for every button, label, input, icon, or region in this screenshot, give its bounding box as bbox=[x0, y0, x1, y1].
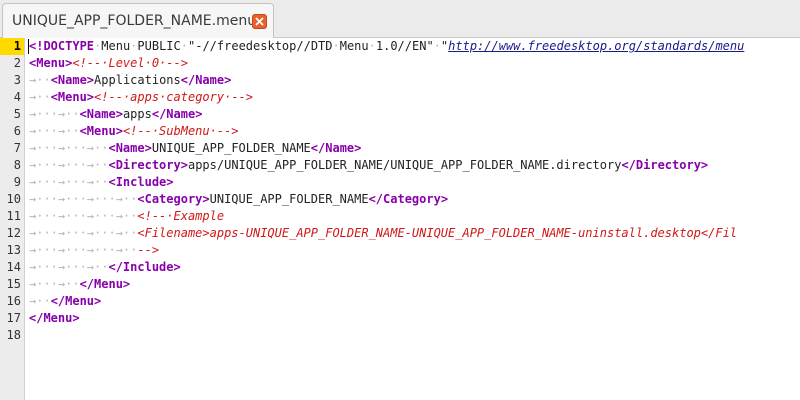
line-number-gutter: 1 2 3 4 5 6 7 8 9 10 11 12 13 14 15 16 17 18 bbox=[0, 38, 25, 400]
code-line: →···→···→··</Include> bbox=[29, 259, 800, 276]
code-token: <!--·Example bbox=[137, 209, 225, 223]
indent-guide: →···→···→·· bbox=[29, 260, 109, 274]
indent-guide: →·· bbox=[29, 90, 51, 104]
code-token: <!--·SubMenu·--> bbox=[122, 124, 239, 138]
line-number: 2 bbox=[13, 56, 21, 70]
code-token: PUBLIC bbox=[137, 39, 181, 53]
code-token: </Menu> bbox=[79, 277, 131, 291]
code-line: <Menu><!--·Level·0·--> bbox=[29, 55, 800, 72]
code-token: <Name> bbox=[79, 107, 123, 121]
code-token: <Menu> bbox=[50, 90, 95, 104]
code-token: </Name> bbox=[310, 141, 362, 155]
indent-guide: →···→···→···→·· bbox=[29, 243, 138, 257]
code-token: Applications bbox=[94, 73, 181, 87]
line-number: 10 bbox=[6, 192, 21, 206]
indent-guide: →···→·· bbox=[29, 277, 80, 291]
code-line: →···→···→··<Directory>apps/UNIQUE_APP_FO… bbox=[29, 157, 800, 174]
code-token: </Category> bbox=[368, 192, 449, 206]
code-token: <Directory> bbox=[108, 158, 188, 172]
code-line: <!DOCTYPE·Menu·PUBLIC·"-//freedesktop//D… bbox=[29, 38, 800, 55]
code-line: →···→···→···→··<Category>UNIQUE_APP_FOLD… bbox=[29, 191, 800, 208]
code-token: 1.0//EN" bbox=[375, 39, 434, 53]
code-token: Menu bbox=[101, 39, 131, 53]
code-line: →···→···→···→··--> bbox=[29, 242, 800, 259]
code-token: </Directory> bbox=[621, 158, 709, 172]
indent-guide: →·· bbox=[29, 294, 51, 308]
code-token: <Category> bbox=[137, 192, 210, 206]
line-number: 16 bbox=[6, 294, 21, 308]
line-number: 9 bbox=[13, 175, 21, 189]
code-line: →··<Name>Applications</Name> bbox=[29, 72, 800, 89]
tab-bar: UNIQUE_APP_FOLDER_NAME.menu bbox=[0, 0, 800, 38]
code-token: </Name> bbox=[180, 73, 232, 87]
code-area[interactable]: <!DOCTYPE·Menu·PUBLIC·"-//freedesktop//D… bbox=[29, 38, 800, 400]
code-token: · bbox=[180, 39, 188, 53]
code-line: →···→··<Menu><!--·SubMenu·--> bbox=[29, 123, 800, 140]
code-line: →··</Menu> bbox=[29, 293, 800, 310]
code-token: <!--·Level·0·--> bbox=[72, 56, 188, 70]
code-token: Menu bbox=[339, 39, 369, 53]
indent-guide: →···→···→···→·· bbox=[29, 226, 138, 240]
code-line: →···→···→···→··<!--·Example bbox=[29, 208, 800, 225]
indent-guide: →···→···→·· bbox=[29, 141, 109, 155]
indent-guide: →···→·· bbox=[29, 107, 80, 121]
code-token: · bbox=[433, 39, 441, 53]
line-number: 18 bbox=[6, 328, 21, 342]
line-number: 4 bbox=[13, 90, 21, 104]
code-editor[interactable]: 1 2 3 4 5 6 7 8 9 10 11 12 13 14 15 16 17 18 <!DOCTYPE·Me… bbox=[0, 38, 800, 400]
line-numbers: 1 2 3 4 5 6 7 8 9 10 11 12 13 14 15 16 17 18 bbox=[0, 38, 24, 344]
line-number: 12 bbox=[6, 226, 21, 240]
line-number: 8 bbox=[13, 158, 21, 172]
line-number: 1 bbox=[0, 38, 24, 55]
code-token: UNIQUE_APP_FOLDER_NAME bbox=[209, 192, 369, 206]
code-line: →··<Menu><!--·apps·category·--> bbox=[29, 89, 800, 106]
line-number: 11 bbox=[6, 209, 21, 223]
code-token: <Name> bbox=[108, 141, 152, 155]
code-token: apps/UNIQUE_APP_FOLDER_NAME/UNIQUE_APP_F… bbox=[187, 158, 622, 172]
indent-guide: →·· bbox=[29, 73, 51, 87]
indent-guide: →···→···→···→·· bbox=[29, 209, 138, 223]
code-token: · bbox=[368, 39, 376, 53]
line-number: 17 bbox=[6, 311, 21, 325]
code-token: </Name> bbox=[151, 107, 203, 121]
code-token: UNIQUE_APP_FOLDER_NAME bbox=[151, 141, 311, 155]
code-token: <Filename>apps-UNIQUE_APP_FOLDER_NAME-UN… bbox=[137, 226, 738, 240]
code-token: <Menu> bbox=[29, 56, 73, 70]
code-token: apps bbox=[122, 107, 152, 121]
code-line: →···→··</Menu> bbox=[29, 276, 800, 293]
tab-title: UNIQUE_APP_FOLDER_NAME.menu bbox=[12, 13, 257, 29]
line-number: 3 bbox=[13, 73, 21, 87]
line-number: 15 bbox=[6, 277, 21, 291]
line-number: 14 bbox=[6, 260, 21, 274]
code-token: <Name> bbox=[50, 73, 95, 87]
code-token: </Include> bbox=[108, 260, 181, 274]
code-token: <!--·apps·category·--> bbox=[94, 90, 253, 104]
code-token: · bbox=[332, 39, 340, 53]
code-line: </Menu> bbox=[29, 310, 800, 327]
indent-guide: →···→···→·· bbox=[29, 175, 109, 189]
line-number: 13 bbox=[6, 243, 21, 257]
indent-guide: →···→···→·· bbox=[29, 158, 109, 172]
indent-guide: →···→·· bbox=[29, 124, 80, 138]
line-number: 7 bbox=[13, 141, 21, 155]
code-token: <!DOCTYPE bbox=[29, 39, 95, 53]
tab-file[interactable]: UNIQUE_APP_FOLDER_NAME.menu bbox=[2, 3, 274, 38]
code-line: →···→··<Name>apps</Name> bbox=[29, 106, 800, 123]
code-token: "-//freedesktop//DTD bbox=[188, 39, 333, 53]
close-icon[interactable] bbox=[252, 14, 267, 29]
code-token: </Menu> bbox=[29, 311, 80, 325]
code-token: --> bbox=[137, 243, 160, 257]
code-token: http://www.freedesktop.org/standards/men… bbox=[448, 39, 745, 53]
code-token: </Menu> bbox=[50, 294, 102, 308]
code-line: →···→···→··<Name>UNIQUE_APP_FOLDER_NAME<… bbox=[29, 140, 800, 157]
code-line: →···→···→··<Include> bbox=[29, 174, 800, 191]
indent-guide: →···→···→···→·· bbox=[29, 192, 138, 206]
code-line: →···→···→···→··<Filename>apps-UNIQUE_APP… bbox=[29, 225, 800, 242]
code-token: <Menu> bbox=[79, 124, 123, 138]
line-number: 6 bbox=[13, 124, 21, 138]
code-token: <Include> bbox=[108, 175, 174, 189]
line-number: 5 bbox=[13, 107, 21, 121]
